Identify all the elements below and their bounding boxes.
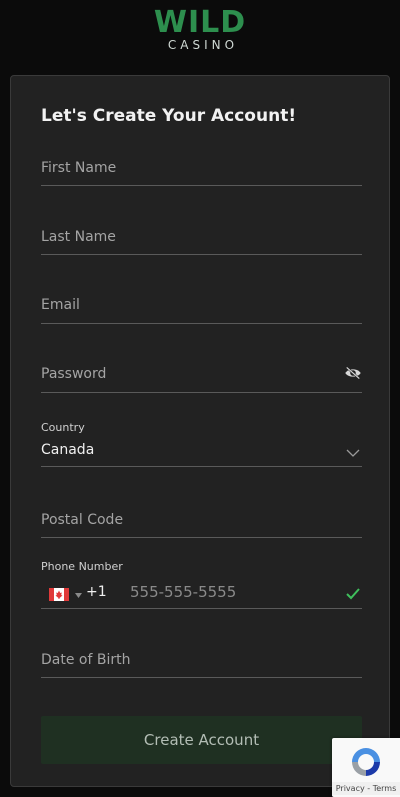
- country-select[interactable]: Country Canada: [41, 421, 362, 467]
- phone-number-field: Phone Number +1 555-555-5555: [41, 560, 362, 609]
- postal-code-field[interactable]: Postal Code: [41, 496, 362, 538]
- password-underline: [41, 392, 362, 393]
- canada-flag-icon[interactable]: [49, 588, 69, 601]
- create-account-button[interactable]: Create Account: [41, 716, 362, 764]
- password-field[interactable]: Password: [41, 353, 362, 393]
- country-label: Country: [41, 421, 85, 434]
- logo-wordmark: WILD: [153, 5, 247, 40]
- logo-subtitle: CASINO: [167, 38, 239, 52]
- email-placeholder: Email: [41, 297, 80, 313]
- first-name-field[interactable]: First Name: [41, 146, 362, 186]
- country-underline: [41, 466, 362, 467]
- recaptcha-separator: -: [364, 784, 373, 793]
- email-underline: [41, 323, 362, 324]
- first-name-underline: [41, 185, 362, 186]
- postal-code-placeholder: Postal Code: [41, 512, 124, 528]
- first-name-placeholder: First Name: [41, 160, 117, 176]
- last-name-underline: [41, 254, 362, 255]
- country-value: Canada: [41, 442, 95, 458]
- date-of-birth-underline: [41, 677, 362, 678]
- date-of-birth-field[interactable]: Date of Birth: [41, 638, 362, 678]
- recaptcha-privacy-link[interactable]: Privacy: [336, 784, 365, 793]
- recaptcha-terms-link[interactable]: Terms: [373, 784, 397, 793]
- casino-logo[interactable]: WILD CASINO: [0, 5, 400, 53]
- phone-country-code: +1: [86, 584, 107, 600]
- recaptcha-links: Privacy - Terms: [332, 782, 400, 795]
- phone-input[interactable]: 555-555-5555: [130, 583, 236, 601]
- checkmark-icon: [346, 588, 360, 600]
- phone-underline: [41, 608, 362, 609]
- recaptcha-icon: [352, 748, 380, 776]
- recaptcha-badge[interactable]: Privacy - Terms: [332, 738, 400, 797]
- form-title: Let's Create Your Account!: [41, 106, 297, 126]
- last-name-placeholder: Last Name: [41, 229, 116, 245]
- last-name-field[interactable]: Last Name: [41, 215, 362, 255]
- eye-slash-icon[interactable]: [344, 366, 362, 380]
- phone-label: Phone Number: [41, 560, 123, 573]
- date-of-birth-placeholder: Date of Birth: [41, 652, 131, 668]
- chevron-down-icon: [346, 449, 360, 457]
- password-placeholder: Password: [41, 366, 107, 382]
- caret-down-icon[interactable]: [75, 593, 82, 598]
- postal-code-underline: [41, 537, 362, 538]
- signup-card: Let's Create Your Account! First Name La…: [10, 75, 390, 787]
- email-field[interactable]: Email: [41, 284, 362, 324]
